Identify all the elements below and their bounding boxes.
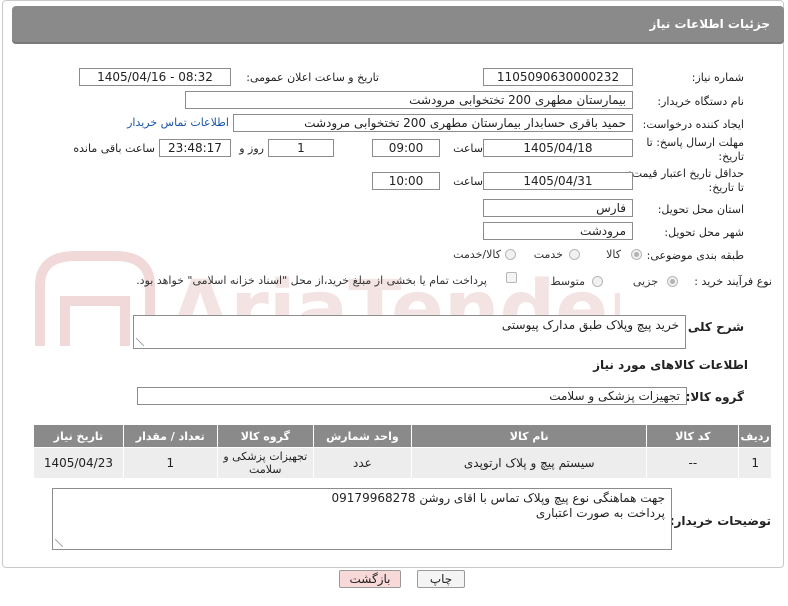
buyer-org-label: نام دستگاه خریدار: <box>657 95 744 108</box>
goods-table-header: ردیف کد کالا نام کالا واحد شمارش گروه کا… <box>33 424 772 448</box>
cell-group: تجهیزات پزشکی و سلامت <box>216 447 314 479</box>
requester-label: ایجاد کننده درخواست: <box>642 118 744 131</box>
cell-qty: 1 <box>122 447 218 479</box>
buyer-notes-line-1: جهت هماهنگی نوع پیچ وپلاک تماس با اقای ر… <box>331 491 665 505</box>
goods-group-field: تجهیزات پزشکی و سلامت <box>137 387 687 405</box>
category-option-goods: کالا <box>606 248 621 261</box>
announce-datetime-field: 1405/04/16 - 08:32 <box>79 68 231 86</box>
process-radio-medium[interactable] <box>592 276 603 287</box>
col-unit: واحد شمارش <box>312 424 413 448</box>
col-row: ردیف <box>738 424 772 448</box>
resize-handle-icon[interactable] <box>136 338 144 346</box>
process-option-medium: متوسط <box>550 275 585 288</box>
price-time-label: ساعت <box>453 175 483 188</box>
city-label: شهر محل تحویل: <box>664 226 744 239</box>
buyer-org-field: بیمارستان مطهری 200 تختخوابی مرودشت <box>185 91 633 109</box>
description-text: خرید پیچ وپلاک طبق مدارک پیوستی <box>501 318 679 332</box>
category-radio-goods-service[interactable] <box>505 249 516 260</box>
category-radio-service[interactable] <box>569 249 580 260</box>
reply-remaining-field: 23:48:17 <box>159 139 231 157</box>
treasury-payment-checkbox[interactable] <box>506 272 517 283</box>
treasury-payment-note: پرداخت تمام یا بخشی از مبلغ خرید،از محل … <box>136 274 487 287</box>
col-code: کد کالا <box>646 424 740 448</box>
announce-datetime-label: تاریخ و ساعت اعلان عمومی: <box>246 71 379 84</box>
reply-deadline-label-2: تاریخ: <box>718 150 744 163</box>
need-number-field: 1105090630000232 <box>483 68 633 86</box>
price-validity-label-2: تا تاریخ: <box>708 181 744 194</box>
need-number-label: شماره نیاز: <box>691 71 744 84</box>
cell-name: سیستم پیچ و پلاک ارتوپدی <box>410 447 648 479</box>
province-label: استان محل تحویل: <box>657 203 744 216</box>
cell-date: 1405/04/23 <box>33 447 124 479</box>
cell-unit: عدد <box>312 447 413 479</box>
goods-table: ردیف کد کالا نام کالا واحد شمارش گروه کا… <box>33 424 772 479</box>
reply-remaining-label: ساعت باقی مانده <box>73 142 155 155</box>
col-name: نام کالا <box>410 424 648 448</box>
col-qty: تعداد / مقدار <box>122 424 218 448</box>
process-radio-minor[interactable] <box>667 276 678 287</box>
col-group: گروه کالا <box>216 424 314 448</box>
buyer-notes-line-2: پرداخت به صورت اعتباری <box>535 506 665 520</box>
panel-header: جزئیات اطلاعات نیاز <box>12 6 784 44</box>
reply-deadline-date: 1405/04/18 <box>483 139 633 157</box>
description-textarea[interactable]: خرید پیچ وپلاک طبق مدارک پیوستی <box>133 315 686 349</box>
goods-section-title: اطلاعات کالاهای مورد نیاز <box>593 358 748 372</box>
requester-field: حمید باقری حسابدار بیمارستان مطهری 200 ت… <box>233 114 633 132</box>
category-label: طبقه بندی موضوعی: <box>646 249 744 262</box>
goods-group-label: گروه کالا: <box>685 390 744 404</box>
reply-deadline-time: 09:00 <box>372 139 440 157</box>
price-validity-date: 1405/04/31 <box>483 172 633 190</box>
print-button[interactable]: چاپ <box>417 570 465 588</box>
cell-code: -- <box>646 447 740 479</box>
process-option-minor: جزیی <box>632 275 658 288</box>
reply-deadline-label: مهلت ارسال پاسخ: تا <box>646 136 744 149</box>
table-row: 1 -- سیستم پیچ و پلاک ارتوپدی عدد تجهیزا… <box>33 447 772 479</box>
resize-handle-icon[interactable] <box>55 539 63 547</box>
reply-days-label: روز و <box>239 142 264 155</box>
cell-row: 1 <box>738 447 772 479</box>
buyer-notes-label: توضیحات خریدار: <box>669 514 771 528</box>
col-date: تاریخ نیاز <box>33 424 124 448</box>
price-validity-time: 10:00 <box>372 172 440 190</box>
category-radio-goods[interactable] <box>631 249 642 260</box>
buyer-notes-textarea[interactable]: جهت هماهنگی نوع پیچ وپلاک تماس با اقای ر… <box>52 488 672 550</box>
back-button[interactable]: بازگشت <box>339 570 401 588</box>
panel-title: جزئیات اطلاعات نیاز <box>649 17 770 31</box>
city-field: مرودشت <box>483 222 633 240</box>
price-validity-label: حداقل تاریخ اعتبار قیمت: <box>628 167 744 180</box>
province-field: فارس <box>483 199 633 217</box>
buyer-contact-link[interactable]: اطلاعات تماس خریدار <box>127 116 229 129</box>
reply-time-label: ساعت <box>453 142 483 155</box>
category-option-service: خدمت <box>533 248 563 261</box>
process-type-label: نوع فرآیند خرید : <box>694 275 772 288</box>
reply-days-field: 1 <box>268 139 334 157</box>
category-option-goods-service: کالا/خدمت <box>453 248 501 261</box>
